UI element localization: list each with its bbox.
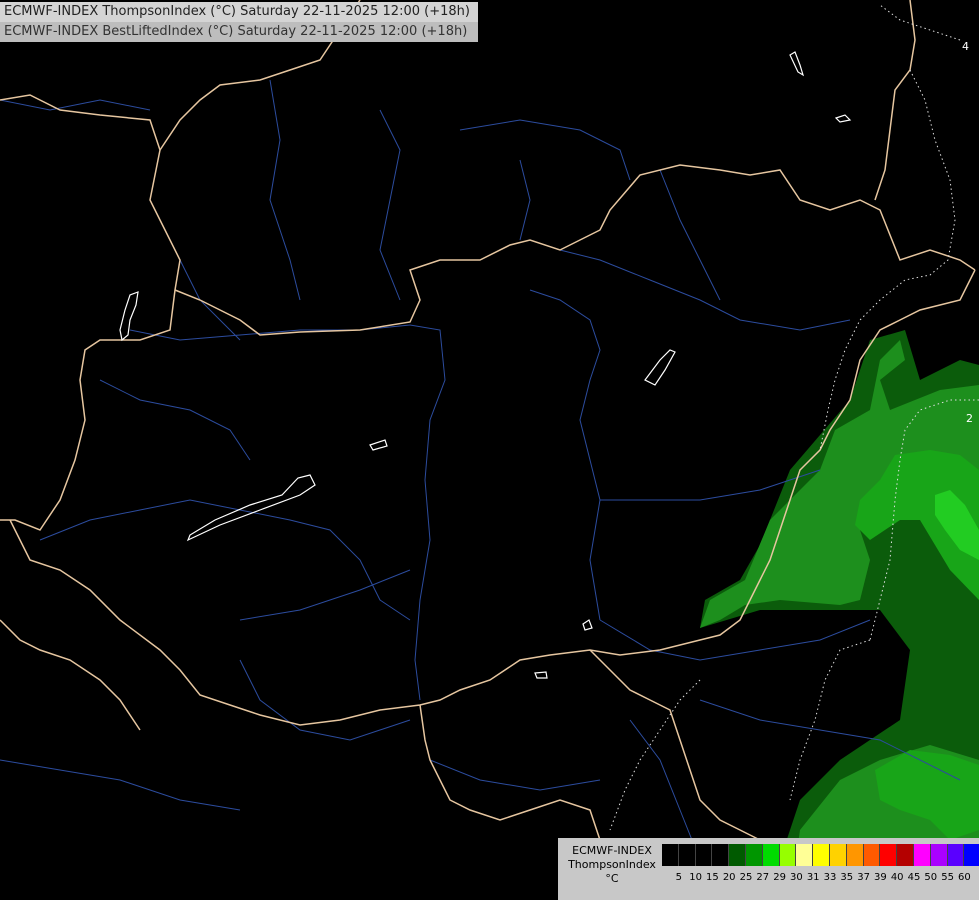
legend-swatch (897, 844, 914, 866)
legend-swatch (964, 844, 979, 866)
legend-swatch (695, 844, 713, 866)
legend-tick: 30 (790, 872, 803, 883)
legend-swatch (880, 844, 898, 866)
title-secondary: ECMWF-INDEX BestLiftedIndex (°C) Saturda… (0, 22, 478, 42)
legend-swatch (779, 844, 797, 866)
legend-tick: 31 (806, 872, 820, 883)
legend-tick: 37 (857, 872, 870, 883)
legend-swatch (913, 844, 931, 866)
legend-swatch (863, 844, 881, 866)
legend-unit: °C (605, 872, 619, 885)
forecast-map: 4 2 (0, 0, 979, 900)
legend-swatch (947, 844, 965, 866)
legend-tick: 25 (739, 872, 753, 883)
legend-swatch (745, 844, 763, 866)
legend-swatch (762, 844, 780, 866)
legend-tick: 60 (958, 872, 971, 883)
legend-model: ECMWF-INDEX (572, 844, 652, 857)
legend-tick: 39 (874, 872, 887, 883)
legend-tick: 40 (890, 872, 904, 883)
legend-swatch (930, 844, 948, 866)
legend-label: ECMWF-INDEX ThompsonIndex °C (562, 844, 662, 886)
legend-swatch (813, 844, 830, 866)
title-primary: ECMWF-INDEX ThompsonIndex (°C) Saturday … (0, 2, 478, 22)
contour-label-2: 2 (966, 412, 973, 425)
legend-color-scale (662, 844, 979, 866)
legend-tick: 45 (907, 872, 921, 883)
legend-swatch (846, 844, 864, 866)
legend-tick: 35 (840, 872, 854, 883)
legend-swatch (729, 844, 746, 866)
legend-tick-labels: 5 10 15 20 25 27 29 30 31 33 35 37 39 40 45 50 55 60 (662, 872, 978, 888)
legend-swatch (829, 844, 847, 866)
legend-tick: 29 (773, 872, 786, 883)
legend-tick: 50 (924, 872, 938, 883)
legend-swatch (678, 844, 696, 866)
legend-tick: 10 (689, 872, 702, 883)
legend-swatch (796, 844, 814, 866)
legend-tick: 55 (941, 872, 954, 883)
legend-tick: 27 (756, 872, 770, 883)
legend-tick: 5 (675, 872, 682, 883)
legend-tick: 33 (823, 872, 837, 883)
legend: ECMWF-INDEX ThompsonIndex °C 5 10 15 20 25 27… (558, 838, 979, 900)
contour-label-4: 4 (962, 40, 969, 53)
legend-swatch (712, 844, 730, 866)
legend-swatch (662, 844, 679, 866)
legend-tick: 20 (722, 872, 736, 883)
legend-tick: 15 (706, 872, 719, 883)
legend-parameter: ThompsonIndex (568, 858, 656, 871)
